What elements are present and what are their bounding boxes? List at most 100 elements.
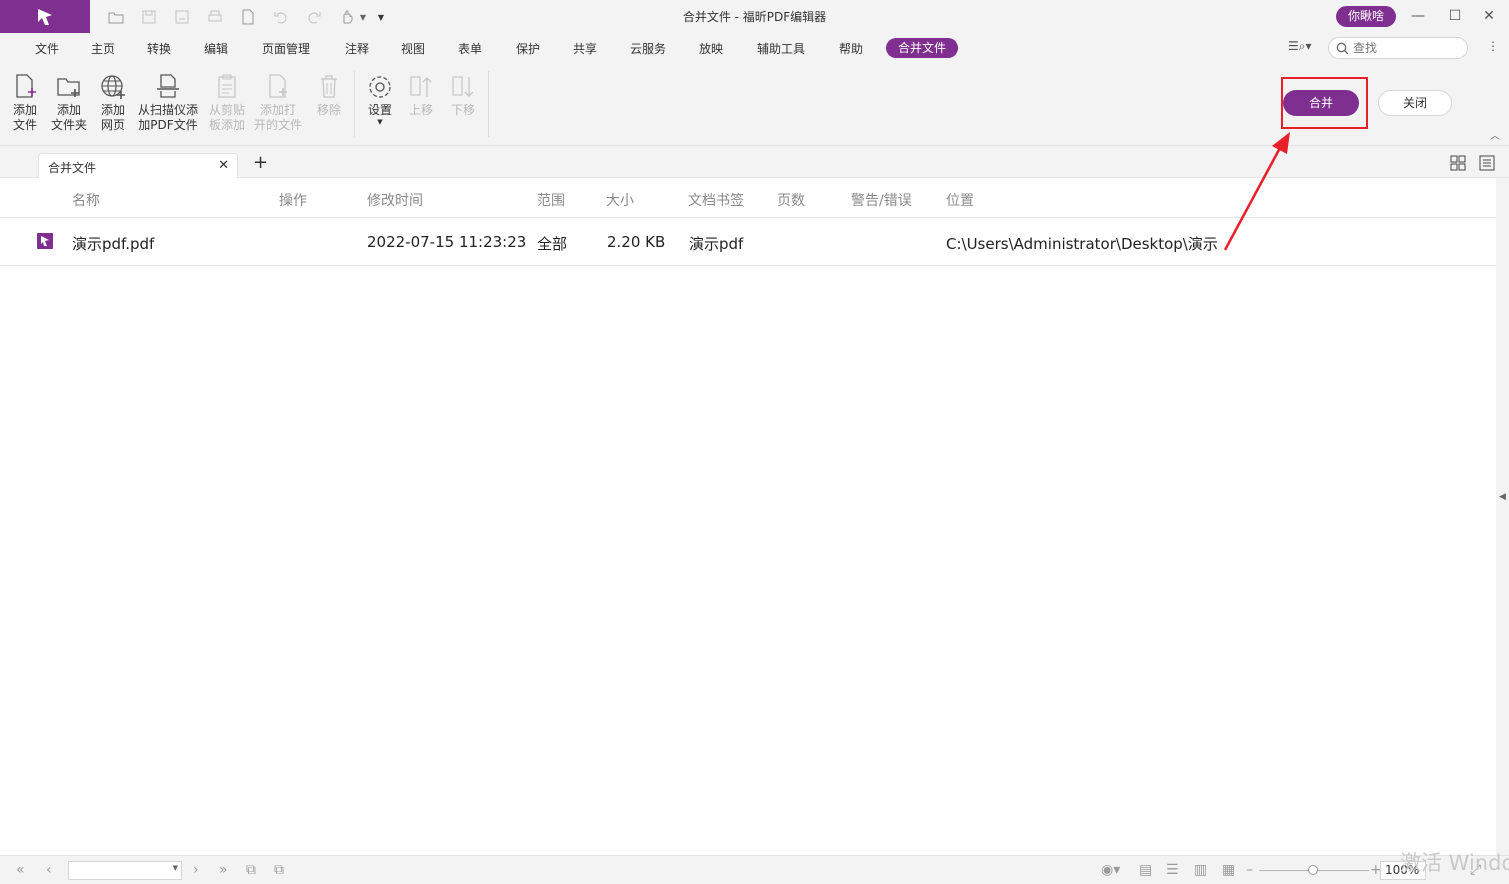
menu-merge-files[interactable]: 合并文件	[886, 38, 958, 58]
new-file-icon[interactable]	[238, 7, 258, 27]
hand-dropdown-icon[interactable]: ▼	[353, 7, 373, 27]
zoom-out-icon[interactable]: –	[1246, 862, 1253, 878]
add-open-files-button[interactable]: 添加打 开的文件	[252, 73, 304, 133]
list-view-icon[interactable]	[1479, 155, 1495, 175]
move-down-button[interactable]: 下移	[447, 73, 479, 118]
maximize-icon[interactable]: ☐	[1445, 6, 1465, 26]
first-page-icon[interactable]: «	[16, 862, 25, 878]
column-header-modified[interactable]: 修改时间	[367, 190, 423, 210]
minimize-icon[interactable]: —	[1408, 6, 1428, 26]
add-tab-icon[interactable]: +	[253, 152, 268, 173]
column-header-size[interactable]: 大小	[606, 190, 634, 210]
add-from-clipboard-button[interactable]: 从剪贴 板添加	[206, 73, 248, 133]
page-number-input[interactable]: ▼	[68, 861, 182, 880]
undo-icon[interactable]	[271, 7, 291, 27]
previous-page-icon[interactable]: ‹	[46, 862, 52, 878]
open-folder-icon[interactable]	[106, 7, 126, 27]
ribbon-separator	[354, 71, 355, 137]
tab-merge-files[interactable]: 合并文件 ✕	[38, 153, 238, 178]
file-range[interactable]: 全部	[537, 233, 567, 254]
table-row[interactable]: 演示pdf.pdf 2022-07-15 11:23:23 全部 2.20 KB…	[0, 219, 1496, 266]
add-from-scanner-button[interactable]: 从扫描仪添 加PDF文件	[137, 73, 199, 133]
menu-comment[interactable]: 注释	[345, 40, 369, 57]
menu-home[interactable]: 主页	[91, 40, 115, 57]
column-header-pages[interactable]: 页数	[777, 190, 805, 210]
reading-mode-icon[interactable]: ◉▾	[1101, 862, 1120, 878]
menu-page-manage[interactable]: 页面管理	[262, 40, 310, 57]
add-file-label: 添加 文件	[12, 103, 37, 132]
menu-protect[interactable]: 保护	[516, 40, 540, 57]
collapse-ribbon-icon[interactable]: ︿	[1490, 127, 1500, 142]
title-bar: ▼ ▼ 合并文件 - 福昕PDF编辑器 你瞅啥 — ☐ ✕	[0, 0, 1509, 33]
open-files-icon	[252, 73, 304, 101]
more-options-icon[interactable]: ⋮	[1487, 39, 1499, 53]
column-header-operation[interactable]: 操作	[279, 190, 307, 210]
menu-help[interactable]: 帮助	[839, 40, 863, 57]
save-as-icon[interactable]	[172, 7, 192, 27]
user-button[interactable]: 你瞅啥	[1336, 6, 1396, 27]
redo-icon[interactable]	[304, 7, 324, 27]
menu-file[interactable]: 文件	[35, 40, 59, 57]
ribbon-toolbar: 添加 文件 添加 文件夹 添加 网页 从扫描仪添 加PDF文件 从剪贴 板添加 …	[0, 63, 1509, 146]
column-header-bookmark[interactable]: 文档书签	[688, 190, 744, 210]
remove-button[interactable]: 移除	[313, 73, 345, 118]
close-icon[interactable]: ✕	[1479, 6, 1499, 26]
search-mode-icon[interactable]: ☰⌕▾	[1288, 39, 1312, 54]
next-view-icon[interactable]: ⧉	[274, 862, 284, 878]
menu-convert[interactable]: 转换	[147, 40, 171, 57]
move-down-icon	[447, 73, 479, 101]
ribbon-separator	[488, 71, 489, 137]
add-folder-label: 添加 文件夹	[50, 103, 87, 132]
move-up-icon	[405, 73, 437, 101]
file-size: 2.20 KB	[607, 233, 666, 251]
close-button[interactable]: 关闭	[1378, 90, 1452, 116]
add-folder-icon	[48, 73, 90, 101]
add-folder-button[interactable]: 添加 文件夹	[48, 73, 90, 133]
pdf-file-icon	[37, 233, 53, 249]
next-page-icon[interactable]: ›	[193, 862, 199, 878]
settings-dropdown-icon: ▼	[377, 118, 383, 126]
menu-view[interactable]: 视图	[401, 40, 425, 57]
add-webpage-button[interactable]: 添加 网页	[96, 73, 130, 133]
column-header-range[interactable]: 范围	[537, 190, 565, 210]
file-modified: 2022-07-15 11:23:23	[367, 233, 527, 251]
page-dropdown-icon[interactable]: ▼	[173, 864, 178, 872]
close-tab-icon[interactable]: ✕	[218, 158, 229, 173]
single-page-icon[interactable]: ▤	[1139, 862, 1152, 878]
customize-dropdown-icon[interactable]: ▼	[371, 7, 391, 27]
add-file-button[interactable]: 添加 文件	[8, 73, 42, 133]
settings-label: 设置	[367, 103, 392, 117]
last-page-icon[interactable]: »	[219, 862, 228, 878]
tab-title: 合并文件	[48, 161, 97, 175]
activation-watermark: 激活 Windo	[1400, 851, 1509, 875]
grid-view-icon[interactable]	[1450, 155, 1466, 175]
menu-form[interactable]: 表单	[458, 40, 482, 57]
column-header-location[interactable]: 位置	[946, 190, 974, 210]
save-icon[interactable]	[139, 7, 159, 27]
search-input[interactable]	[1353, 40, 1463, 56]
column-header-name[interactable]: 名称	[72, 190, 100, 210]
tab-bar: 合并文件 ✕ +	[0, 146, 1509, 178]
move-up-button[interactable]: 上移	[405, 73, 437, 118]
menu-cloud[interactable]: 云服务	[630, 40, 666, 57]
previous-view-icon[interactable]: ⧉	[246, 862, 256, 878]
column-header-warnings[interactable]: 警告/错误	[851, 190, 912, 210]
merge-button[interactable]: 合并	[1283, 90, 1359, 116]
menu-slideshow[interactable]: 放映	[699, 40, 723, 57]
continuous-facing-icon[interactable]: ▦	[1222, 862, 1235, 878]
menu-edit[interactable]: 编辑	[204, 40, 228, 57]
menu-accessibility[interactable]: 辅助工具	[757, 40, 805, 57]
window-title: 合并文件 - 福昕PDF编辑器	[682, 10, 827, 24]
add-from-scanner-label: 从扫描仪添 加PDF文件	[137, 103, 198, 132]
settings-button[interactable]: 设置 ▼	[364, 73, 396, 126]
expand-panel-icon[interactable]: ◀	[1499, 492, 1506, 502]
print-icon[interactable]	[205, 7, 225, 27]
continuous-page-icon[interactable]: ☰	[1166, 862, 1179, 878]
app-logo-icon[interactable]	[0, 0, 90, 33]
file-bookmark[interactable]: 演示pdf	[689, 233, 743, 254]
zoom-slider-handle[interactable]	[1308, 865, 1318, 875]
trash-icon	[313, 73, 345, 101]
menu-share[interactable]: 共享	[573, 40, 597, 57]
facing-page-icon[interactable]: ▥	[1194, 862, 1207, 878]
search-box[interactable]	[1328, 37, 1468, 59]
